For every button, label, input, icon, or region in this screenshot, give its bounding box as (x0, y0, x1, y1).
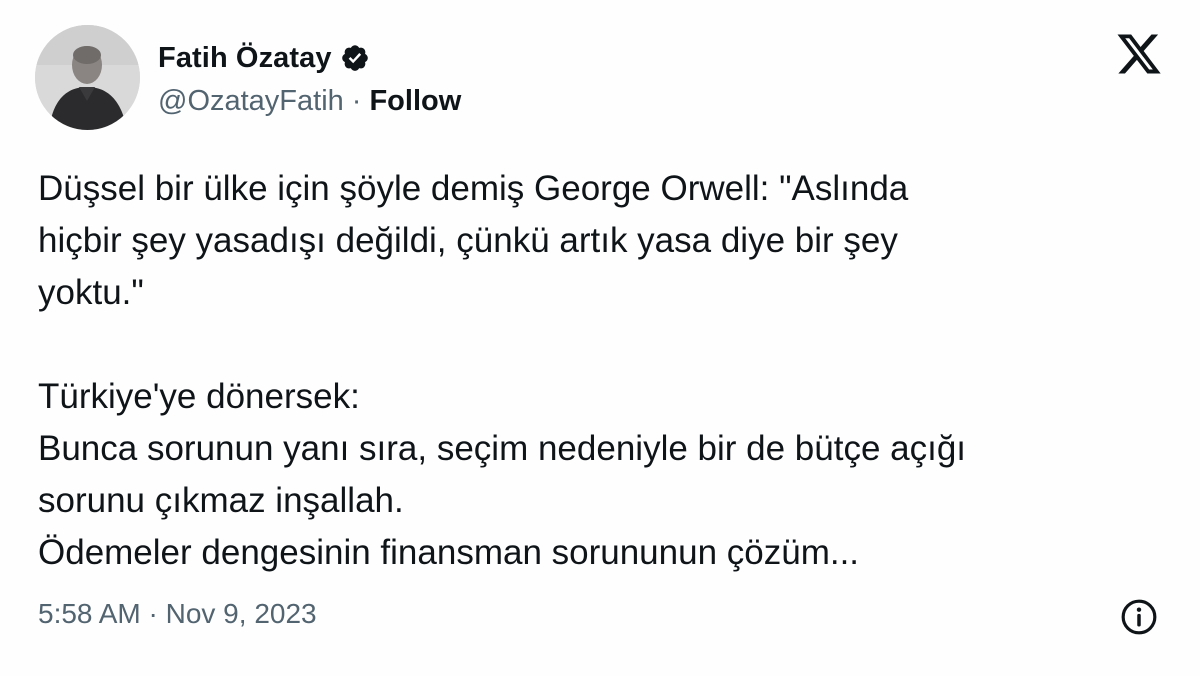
author-handle-row: @OzatayFatih · Follow (158, 82, 461, 120)
x-logo-icon[interactable] (1114, 30, 1164, 78)
tweet-line: yoktu." (38, 273, 144, 312)
tweet-text: Düşsel bir ülke için şöyle demiş George … (38, 163, 1168, 579)
tweet-line: sorunu çıkmaz inşallah. (38, 481, 404, 520)
tweet-line: Türkiye'ye dönersek: (38, 377, 360, 416)
tweet-line: Ödemeler dengesinin finansman sorununun … (38, 533, 860, 572)
author-handle[interactable]: @OzatayFatih (158, 85, 344, 118)
profile-photo (35, 25, 140, 130)
author-display-name[interactable]: Fatih Özatay (158, 42, 332, 75)
tweet-line: Düşsel bir ülke için şöyle demiş George … (38, 169, 909, 208)
tweet-line: Bunca sorunun yanı sıra, seçim nedeniyle… (38, 429, 967, 468)
tweet-timestamp[interactable]: 5:58 AM · Nov 9, 2023 (38, 594, 317, 634)
follow-button[interactable]: Follow (369, 85, 461, 118)
tweet-card: Fatih Özatay @OzatayFatih · Follow Düşse… (0, 0, 1200, 676)
tweet-line: hiçbir şey yasadışı değildi, çünkü artık… (38, 221, 898, 260)
handle-separator: · (351, 84, 362, 117)
author-name-row: Fatih Özatay (158, 38, 370, 78)
verified-badge-icon (341, 45, 368, 71)
avatar[interactable] (35, 25, 140, 130)
info-icon[interactable] (1120, 598, 1158, 636)
